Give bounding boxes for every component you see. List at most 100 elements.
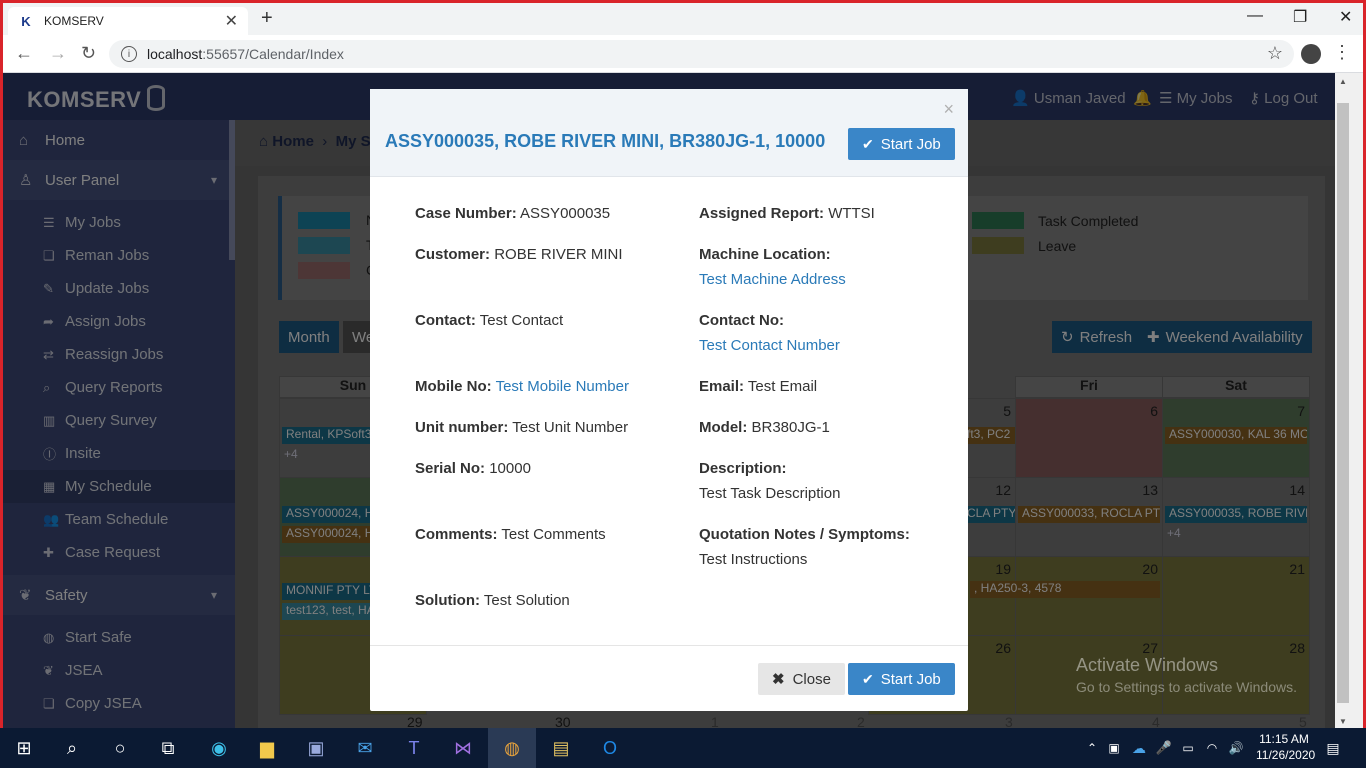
scroll-up-icon[interactable]: ▲ [1339,77,1347,86]
visual-studio-icon[interactable]: ⋈ [439,728,487,768]
minimize-icon[interactable]: — [1247,7,1263,25]
field-label: Description: [699,460,787,477]
battery-icon[interactable]: ▭ [1178,728,1198,768]
field-case-number: Case Number: ASSY000035 [415,201,610,226]
field-description: Description: Test Task Description [699,456,840,506]
address-bar: ← → ↻ i localhost:55657/Calendar/Index ☆… [3,35,1363,73]
field-value: Test Instructions [699,551,808,568]
field-value: Test Comments [501,526,606,543]
back-icon[interactable]: ← [15,43,33,64]
modal-header: × ASSY000035, ROBE RIVER MINI, BR380JG-1… [370,89,968,177]
onedrive-icon[interactable]: ☁ [1128,728,1150,768]
field-value: WTTSI [828,205,875,222]
close-label: Close [792,670,831,688]
activate-windows-watermark: Activate Windows [1076,655,1219,675]
tray-chevron-icon[interactable]: ⌃ [1082,728,1102,768]
field-customer: Customer: ROBE RIVER MINI [415,242,623,267]
clock-date: 11/26/2020 [1256,748,1316,762]
field-comments: Comments: Test Comments [415,522,606,547]
field-serial: Serial No: 10000 [415,456,531,481]
field-contact: Contact: Test Contact [415,308,563,333]
field-value: Test Email [747,378,818,395]
field-assigned-report: Assigned Report: WTTSI [699,201,875,226]
contact-number-link[interactable]: Test Contact Number [699,337,840,354]
scroll-down-icon[interactable]: ▼ [1339,717,1347,726]
scrollbar-thumb[interactable] [1337,103,1349,703]
field-label: Unit number: [415,419,509,436]
field-value: Test Contact [479,312,564,329]
cortana-icon[interactable]: ○ [96,728,144,768]
store-icon[interactable]: ▣ [292,728,340,768]
field-model: Model: BR380JG-1 [699,415,830,440]
field-value: ROBE RIVER MINI [494,246,623,263]
field-quotation-notes: Quotation Notes / Symptoms: Test Instruct… [699,522,910,572]
browser-window: K KOMSERV ✕ + — ❐ ✕ ← → ↻ i localhost:55… [0,0,1366,768]
new-tab-icon[interactable]: + [261,7,273,30]
site-info-icon[interactable]: i [121,46,137,62]
microphone-icon[interactable]: 🎤 [1154,728,1174,768]
field-label: Assigned Report: [699,205,825,222]
modal-close-x-icon[interactable]: × [943,99,954,120]
wifi-icon[interactable]: ◠ [1202,728,1222,768]
tab-close-icon[interactable]: ✕ [225,11,238,31]
forward-icon[interactable]: → [49,43,67,64]
field-solution: Solution: Test Solution [415,588,570,613]
field-label: Solution: [415,592,480,609]
clock-time: 11:15 AM [1259,732,1309,746]
window-close-icon[interactable]: ✕ [1339,7,1352,27]
start-job-button-footer[interactable]: ✔ Start Job [848,663,955,695]
tab-strip: K KOMSERV ✕ + — ❐ ✕ [3,3,1363,35]
browser-tab[interactable]: K KOMSERV ✕ [8,7,248,35]
field-label: Customer: [415,246,491,263]
windows-taskbar: ⊞ ⌕ ○ ⧉ ◉ ▆ ▣ ✉ T ⋈ ◍ ▤ O ⌃ ▣ ☁ 🎤 ▭ ◠ 🔊 … [0,728,1366,768]
tray-app-icon[interactable]: ▣ [1104,728,1124,768]
page-scrollbar[interactable]: ▲ ▼ [1335,73,1363,731]
teams-icon[interactable]: T [390,728,438,768]
komserv-favicon-icon: K [18,13,34,29]
chrome-icon[interactable]: ◍ [488,728,536,768]
file-explorer-icon[interactable]: ▆ [243,728,291,768]
field-value: ASSY000035 [520,205,611,222]
reload-icon[interactable]: ↻ [81,43,96,64]
task-view-icon[interactable]: ⧉ [144,728,192,768]
restore-icon[interactable]: ❐ [1293,7,1307,27]
job-detail-modal: × ASSY000035, ROBE RIVER MINI, BR380JG-1… [370,89,968,711]
start-job-button-header[interactable]: ✔ Start Job [848,128,955,160]
taskbar-clock[interactable]: 11:15 AM 11/26/2020 [1256,731,1316,763]
browser-menu-icon[interactable]: ⋮ [1333,42,1351,63]
start-job-label: Start Job [880,135,941,153]
search-icon[interactable]: ⌕ [48,728,96,768]
field-label: Email: [699,378,745,395]
sql-tool-icon[interactable]: ▤ [537,728,585,768]
field-label: Machine Location: [699,246,831,263]
mobile-number-link[interactable]: Test Mobile Number [496,378,629,395]
field-contact-no: Contact No: Test Contact Number [699,308,840,358]
notification-icon[interactable]: ▤ [1318,728,1348,768]
outlook-icon[interactable]: O [586,728,634,768]
url-field[interactable]: i localhost:55657/Calendar/Index [109,40,1294,68]
field-label: Quotation Notes / Symptoms: [699,526,910,543]
volume-icon[interactable]: 🔊 [1226,728,1246,768]
check-icon: ✔ [862,670,874,687]
field-value: Test Task Description [699,485,841,502]
edge-icon[interactable]: ◉ [195,728,243,768]
field-value: Test Unit Number [512,419,629,436]
modal-title: ASSY000035, ROBE RIVER MINI, BR380JG-1, … [385,131,826,151]
start-job-label: Start Job [880,670,941,688]
profile-avatar-icon[interactable] [1301,44,1321,64]
check-icon: ✔ [862,135,874,152]
field-label: Case Number: [415,205,517,222]
mail-icon[interactable]: ✉ [341,728,389,768]
tab-title: KOMSERV [44,14,104,28]
bookmark-star-icon[interactable]: ☆ [1267,43,1283,64]
field-machine-location: Machine Location: Test Machine Address [699,242,846,292]
field-label: Serial No: [415,460,486,477]
windows-start-icon[interactable]: ⊞ [0,728,48,768]
field-label: Contact: [415,312,476,329]
field-label: Comments: [415,526,498,543]
field-label: Mobile No: [415,378,492,395]
close-button[interactable]: ✖ Close [758,663,845,695]
field-mobile: Mobile No: Test Mobile Number [415,374,629,399]
url-host: localhost [147,46,203,62]
machine-location-link[interactable]: Test Machine Address [699,271,846,288]
